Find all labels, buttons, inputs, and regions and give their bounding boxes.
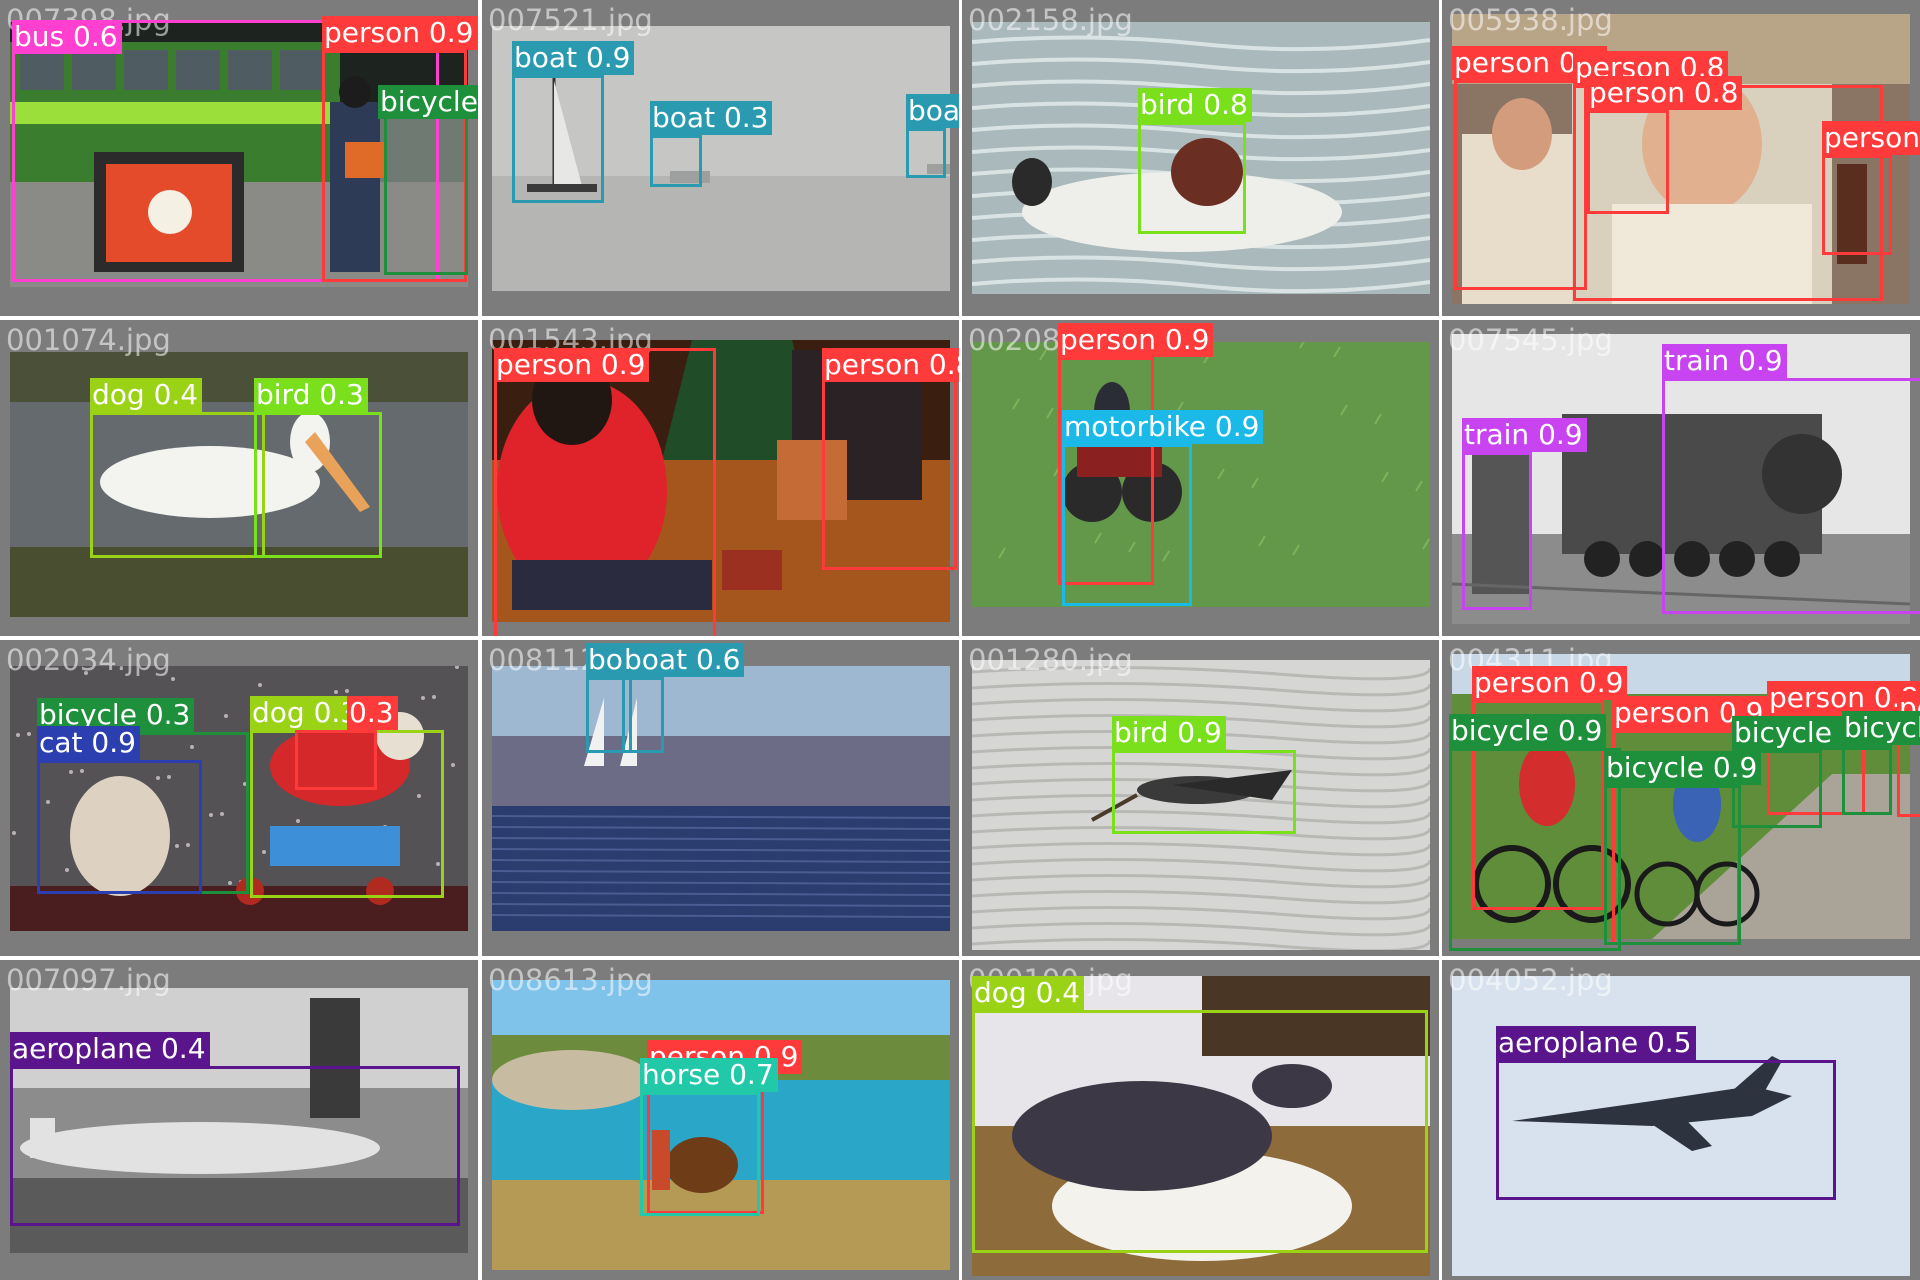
tile-filename: 001280.jpg <box>968 643 1133 677</box>
detection-box-aeroplane <box>1496 1060 1836 1200</box>
detection-label-person: person 0.9 <box>322 16 478 50</box>
detection-label-boat: boat 0.3 <box>650 101 773 135</box>
tile-008613: 008613.jpg person 0.9 horse 0.7 <box>482 960 959 1280</box>
detection-box-aeroplane <box>10 1066 460 1226</box>
tile-photo <box>972 342 1430 607</box>
detection-box-person <box>1587 110 1669 214</box>
detection-label-aeroplane: aeroplane 0.5 <box>1496 1026 1696 1060</box>
tile-photo <box>492 666 950 931</box>
tile-000100: 000100.jpgdog 0.4 <box>962 960 1439 1280</box>
detection-box-boat <box>622 677 664 753</box>
detection-box-train <box>1462 452 1532 610</box>
detection-box-horse <box>640 1092 760 1216</box>
detection-label-bird: bird 0.8 <box>1138 88 1252 122</box>
tile-002158: 002158.jpg bird 0.8 <box>962 0 1439 316</box>
detection-label-dog: dog 0.4 <box>972 976 1085 1010</box>
tile-filename: 001074.jpg <box>6 323 171 357</box>
detection-box-bird <box>1112 750 1296 834</box>
detection-label-boat: boat 0.6 <box>622 643 745 677</box>
detection-box-bicycle <box>1604 785 1741 945</box>
tile-filename: 002158.jpg <box>968 3 1133 37</box>
tile-007545: 007545.jpg train 0.9 train 0.9 <box>1442 320 1920 636</box>
detection-box-boat <box>512 75 604 203</box>
tile-001280: 001280.jpg bird 0.9 <box>962 640 1439 956</box>
detection-box-dog <box>972 1010 1428 1253</box>
photo-grass-field <box>972 342 1430 607</box>
detection-label-person: person 0.9 <box>494 348 650 382</box>
detection-label-person: person 0.8 <box>822 348 959 382</box>
tile-filename: 008613.jpg <box>488 963 653 997</box>
detection-label-train: train 0.9 <box>1662 344 1787 378</box>
detection-box-dog <box>90 412 265 558</box>
detection-box-boat <box>650 135 702 187</box>
detection-box-motorbike <box>1062 444 1192 606</box>
tile-filename: 005938.jpg <box>1448 3 1613 37</box>
detection-label-bicycle: bicycle 0.9 <box>1842 711 1920 745</box>
detection-label-motorbike: motorbike 0.9 <box>1062 410 1264 444</box>
tile-007398: 007398.jpgbus 0.6person 0.9bicycle 0.5 <box>0 0 478 316</box>
detection-label-cat: cat 0.9 <box>37 726 140 760</box>
detection-label-person: 0.3 <box>347 696 398 730</box>
tile-filename: 007097.jpg <box>6 963 171 997</box>
tile-filename: 002034.jpg <box>6 643 171 677</box>
detection-label-person: person 0.9 <box>1472 666 1628 700</box>
tile-filename: 004052.jpg <box>1448 963 1613 997</box>
photo-ocean-sailboats <box>492 666 950 931</box>
detection-label-bicycle: bicycle 0.9 <box>1449 714 1607 748</box>
tile-005938: 005938.jpg person 0.9 person 0.8 person 0.8… <box>1442 0 1920 316</box>
detection-box-person <box>295 730 377 790</box>
detection-label-bird: bird 0.3 <box>254 378 368 412</box>
tile-004311: 004311.jpg person 0.9 person 0.9 person 0.8… <box>1442 640 1920 956</box>
tile-002083: 002083.jpg person 0.9 motorbike 0.9 <box>962 320 1439 636</box>
tile-007521: 007521.jpg boat 0.9 boat 0.3 boat 0.5 <box>482 0 959 316</box>
detection-label-boat: boat 0.5 <box>906 94 959 128</box>
detection-label-aeroplane: aeroplane 0.4 <box>10 1032 210 1066</box>
detection-label-horse: horse 0.7 <box>640 1058 778 1092</box>
detection-label-dog: dog 0.4 <box>90 378 203 412</box>
detection-label-boat: boat 0.9 <box>512 41 635 75</box>
detection-box-person <box>1822 155 1892 255</box>
detection-label-dog: dog 0.3 <box>250 696 363 730</box>
tile-001543: 001543.jpg person 0.9 person 0.8 <box>482 320 959 636</box>
detection-label-bus: bus 0.6 <box>12 20 122 54</box>
detection-label-person: person 0.8 <box>1587 76 1743 110</box>
tile-002034: 002034.jpg dog 0.3 0.3 bicycle 0.3 cat 0.9 <box>0 640 478 956</box>
detection-grid: { "colors": { "background": "#7c7c7c", "… <box>0 0 1920 1280</box>
tile-004052: 004052.jpg aeroplane 0.5 <box>1442 960 1920 1280</box>
tile-filename: 007545.jpg <box>1448 323 1613 357</box>
detection-box-person <box>1454 80 1587 290</box>
detection-box-cat <box>37 760 202 894</box>
detection-label-bicycle: bicycle 0.9 <box>1604 751 1762 785</box>
detection-box-bicycle <box>1842 745 1892 815</box>
detection-label-train: train 0.9 <box>1462 418 1587 452</box>
detection-box-bird <box>1138 122 1246 234</box>
detection-label-bicycle: bicycle 0.5 <box>378 85 478 119</box>
detection-box-bicycle <box>1449 748 1621 951</box>
detection-box-person <box>494 348 716 636</box>
detection-label-bird: bird 0.9 <box>1112 716 1226 750</box>
detection-label-person: person 0.9 <box>1822 121 1920 155</box>
detection-box-bird <box>254 412 382 558</box>
tile-001074: 001074.jpg dog 0.4 bird 0.3 <box>0 320 478 636</box>
detection-label-person: person 0.9 <box>1058 323 1214 357</box>
tile-008112: 008112.jpg boat boat 0.6 <box>482 640 959 956</box>
detection-box-boat <box>906 128 946 178</box>
detection-box-train <box>1662 378 1920 614</box>
tile-007097: 007097.jpg aeroplane 0.4 <box>0 960 478 1280</box>
tile-filename: 007521.jpg <box>488 3 653 37</box>
